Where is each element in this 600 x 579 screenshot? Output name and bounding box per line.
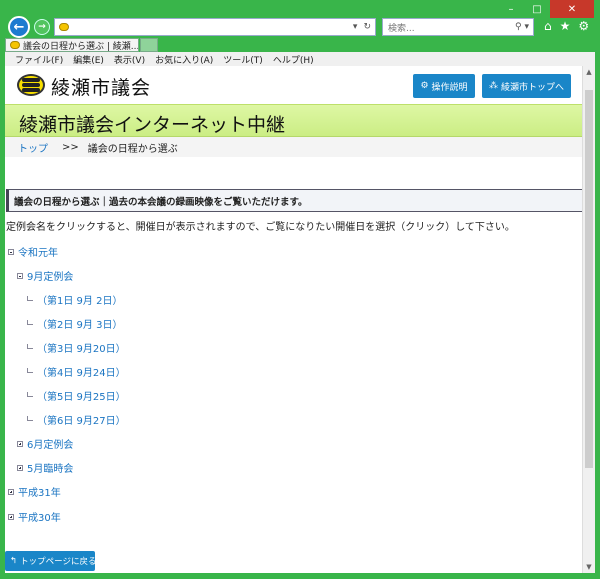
tree-day-label[interactable]: （第4日 9月24日） [37,364,126,379]
tree-year-label[interactable]: 平成31年 [18,484,61,499]
tree-branch-icon [27,415,33,421]
page-banner-title: 綾瀬市議会インターネット中継 [19,114,286,136]
refresh-icon[interactable]: ↻ [363,22,371,32]
tree-year-label[interactable]: 令和元年 [18,244,58,259]
tree-session-label[interactable]: 6月定例会 [27,436,73,451]
collapse-toggle-icon[interactable] [17,272,23,279]
tree-day-6[interactable]: （第6日 9月27日） [27,412,126,427]
expand-toggle-icon[interactable] [17,464,23,471]
tree-session-label[interactable]: 9月定例会 [27,268,73,283]
tree-year-heisei31[interactable]: 平成31年 [8,484,61,499]
address-bar[interactable]: ▾ ↻ [54,18,376,36]
breadcrumb-separator: >> [62,141,79,153]
search-box[interactable]: 検索... ⚲ ▾ [382,18,534,36]
tab-title[interactable]: 議会の日程から選ぶ | 綾瀬... [23,39,138,52]
tree-day-label[interactable]: （第2日 9月 3日） [37,316,122,331]
section-heading: 議会の日程から選ぶ｜過去の本会議の録画映像をご覧いただけます。 [6,189,582,212]
toolbar-icons: ⌂ ★ ⚙ [544,19,589,33]
tree-year-label[interactable]: 平成30年 [18,509,61,524]
sitemap-icon: ⁂ [488,81,498,91]
collapse-toggle-icon[interactable] [8,248,14,255]
tab-row: 議会の日程から選ぶ | 綾瀬... × [0,38,600,52]
tree-year-reiwa1[interactable]: 令和元年 [8,244,58,259]
tree-day-label[interactable]: （第3日 9月20日） [37,340,126,355]
menu-help[interactable]: ヘルプ(H) [273,53,314,66]
breadcrumb: トップ >> 議会の日程から選ぶ [5,137,582,157]
tree-day-4[interactable]: （第4日 9月24日） [27,364,126,379]
favorites-star-icon[interactable]: ★ [560,19,571,33]
new-tab-button[interactable] [140,38,158,52]
expand-toggle-icon[interactable] [17,440,23,447]
menu-bar: ファイル(F) 編集(E) 表示(V) お気に入り(A) ツール(T) ヘルプ(… [5,52,595,66]
menu-file[interactable]: ファイル(F) [15,53,63,66]
scrollbar-thumb[interactable] [585,90,593,468]
home-icon[interactable]: ⌂ [544,19,552,33]
tree-year-heisei30[interactable]: 平成30年 [8,509,61,524]
title-banner: 綾瀬市議会インターネット中継 [5,104,582,137]
breadcrumb-home-link[interactable]: トップ [18,140,48,155]
city-top-button[interactable]: ⁂ 綾瀬市トップへ [482,74,571,98]
search-placeholder[interactable]: 検索... [388,21,415,34]
tree-session-may[interactable]: 5月臨時会 [17,460,73,475]
expand-toggle-icon[interactable] [8,488,14,495]
tree-branch-icon [27,391,33,397]
search-icon[interactable]: ⚲ ▾ [515,22,533,32]
help-button[interactable]: ⚙ 操作説明 [413,74,475,98]
scroll-up-icon[interactable]: ▲ [583,66,595,78]
address-dropdown-icon[interactable]: ▾ [353,22,358,32]
forward-arrow-icon[interactable]: → [34,19,50,35]
tree-day-label[interactable]: （第5日 9月25日） [37,388,126,403]
tree-day-3[interactable]: （第3日 9月20日） [27,340,126,355]
back-to-top-button[interactable]: ↰ トップページに戻る [5,551,97,571]
site-favicon-icon [59,23,69,31]
city-emblem-icon[interactable] [17,74,45,96]
tree-branch-icon [27,343,33,349]
tree-day-1[interactable]: （第1日 9月 2日） [27,292,122,307]
tree-branch-icon [27,319,33,325]
gear-icon[interactable]: ⚙ [578,19,589,33]
tree-branch-icon [27,367,33,373]
page-viewport: 綾瀬市議会 ⚙ 操作説明 ⁂ 綾瀬市トップへ 綾瀬市議会インターネット中継 トッ… [5,66,582,573]
tree-day-label[interactable]: （第1日 9月 2日） [37,292,122,307]
expand-toggle-icon[interactable] [8,513,14,520]
back-to-top-label: トップページに戻る [20,557,97,567]
breadcrumb-current: 議会の日程から選ぶ [87,143,178,155]
menu-edit[interactable]: 編集(E) [73,53,104,66]
city-top-button-label: 綾瀬市トップへ [500,82,564,93]
help-button-label: 操作説明 [431,82,468,93]
tree-day-label[interactable]: （第6日 9月27日） [37,412,126,427]
tree-session-september[interactable]: 9月定例会 [17,268,73,283]
scroll-down-icon[interactable]: ▼ [583,561,595,573]
menu-view[interactable]: 表示(V) [114,53,145,66]
site-header: 綾瀬市議会 ⚙ 操作説明 ⁂ 綾瀬市トップへ [5,66,582,104]
instructions-text: 定例会名をクリックすると、開催日が表示されますので、ご覧になりたい開催日を選択（… [6,222,515,233]
tab-active[interactable]: 議会の日程から選ぶ | 綾瀬... × [5,38,139,52]
return-arrow-icon: ↰ [10,556,18,566]
vertical-scrollbar[interactable]: ▲ ▼ [582,66,595,573]
tab-favicon-icon [10,41,20,49]
tree-day-5[interactable]: （第5日 9月25日） [27,388,126,403]
tree-session-label[interactable]: 5月臨時会 [27,460,73,475]
address-row: ← → ▾ ↻ 検索... ⚲ ▾ ⌂ ★ ⚙ [0,16,600,38]
back-arrow-icon[interactable]: ← [8,16,30,38]
site-name[interactable]: 綾瀬市議会 [51,73,151,100]
tree-session-june[interactable]: 6月定例会 [17,436,73,451]
gear-icon: ⚙ [420,81,429,91]
menu-favorites[interactable]: お気に入り(A) [155,53,213,66]
menu-tools[interactable]: ツール(T) [223,53,263,66]
tree-day-2[interactable]: （第2日 9月 3日） [27,316,122,331]
tree-branch-icon [27,295,33,301]
